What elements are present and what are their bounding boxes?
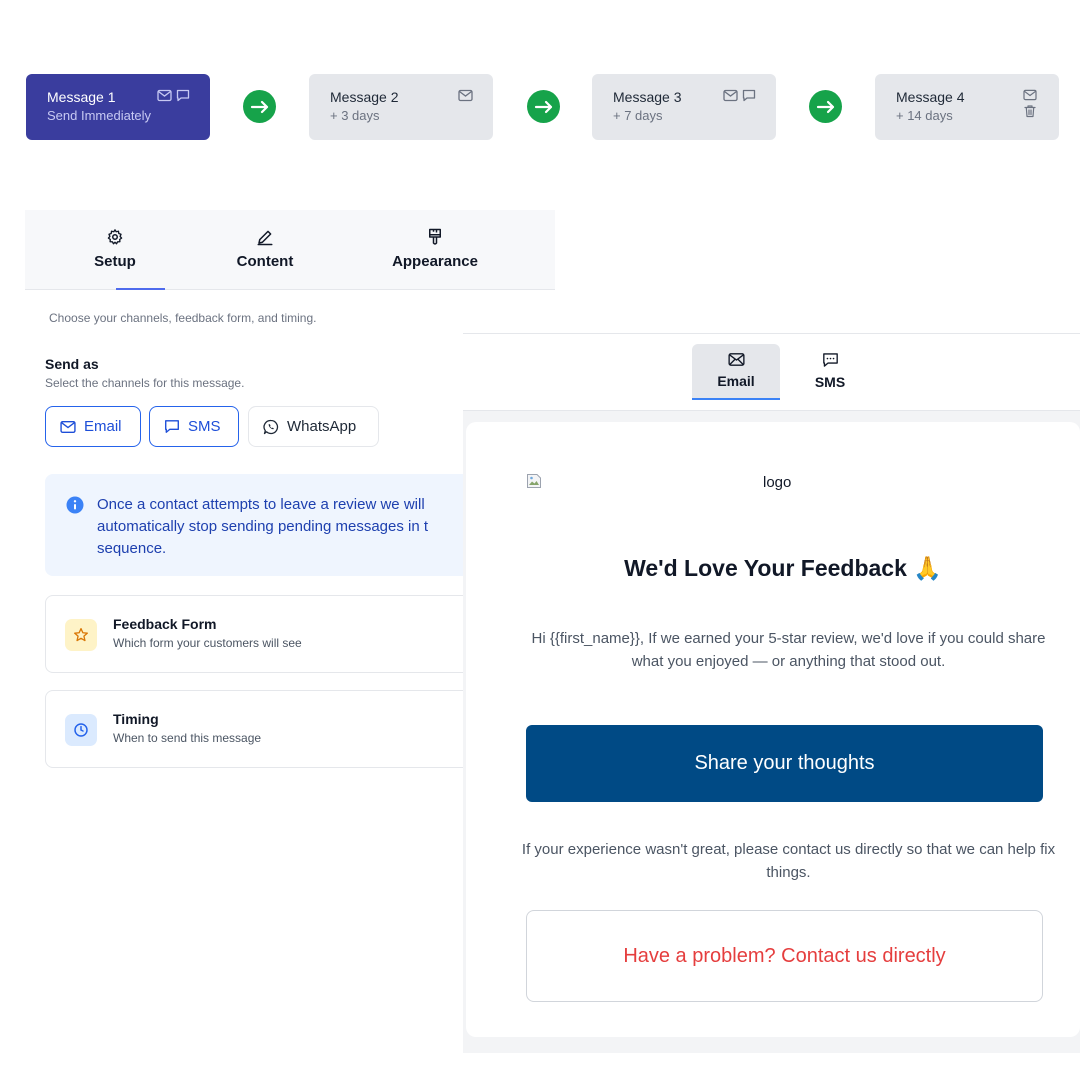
message-channel-icons [723,89,756,102]
send-as-subtitle: Select the channels for this message. [45,376,245,390]
clock-icon [65,714,97,746]
tab-label: Content [236,253,294,270]
preview-tab-label: Email [717,373,755,389]
tab-setup[interactable]: Setup [91,228,139,270]
preview-tab-sms[interactable]: SMS [786,344,874,400]
setting-title: Feedback Form [113,616,217,632]
message-channel-icons [458,89,473,102]
preview-tabs: Email SMS [463,334,1080,411]
auto-stop-notice: Once a contact attempts to leave a revie… [45,474,485,576]
channel-label: WhatsApp [287,418,357,435]
channel-label: SMS [188,418,221,435]
broken-image-icon [527,474,541,488]
brush-icon [429,228,441,245]
email-preview-card: logo We'd Love Your Feedback 🙏 Hi {{firs… [466,422,1080,1037]
notice-line: automatically stop sending pending messa… [97,518,429,535]
notice-line: Once a contact attempts to leave a revie… [97,496,425,513]
tab-content[interactable]: Content [230,228,300,270]
contact-us-button[interactable]: Have a problem? Contact us directly [526,910,1043,1002]
chat-icon [165,420,179,433]
active-tab-indicator [116,288,165,290]
message-timing: + 3 days [330,108,380,123]
logo-alt-text: logo [763,474,792,491]
chat-icon [742,89,756,102]
notice-line: sequence. [97,540,167,557]
chat-icon [822,353,838,367]
email-preview-panel: Email SMS logo We'd Love Your Feedback 🙏… [463,333,1080,1053]
message-timing: Send Immediately [47,108,152,123]
message-1-card[interactable]: Message 1 Send Immediately [26,74,210,140]
share-thoughts-button[interactable]: Share your thoughts [526,725,1043,802]
editor-tabs: Setup Content Appearance [25,210,555,290]
message-3-card[interactable]: Message 3 + 7 days [592,74,776,140]
star-icon [65,619,97,651]
email-body-text: Hi {{first_name}}, If we earned your 5-s… [531,630,1046,670]
message-2-card[interactable]: Message 2 + 3 days [309,74,493,140]
feedback-form-card[interactable]: Feedback Form Which form your customers … [45,595,485,673]
arrow-right-icon [243,90,276,123]
setting-subtitle: Which form your customers will see [113,636,302,650]
preview-tab-email[interactable]: Email [692,344,780,400]
email-heading: We'd Love Your Feedback 🙏 [624,555,942,581]
message-4-card[interactable]: Message 4 + 14 days [875,74,1059,140]
mail-icon [1023,89,1037,101]
trash-icon[interactable] [1023,104,1037,118]
mail-icon [723,89,738,102]
message-channel-icons [157,89,190,102]
send-as-title: Send as [45,356,99,372]
tab-label: Appearance [392,253,478,270]
arrow-right-icon [809,90,842,123]
channel-whatsapp-toggle[interactable]: WhatsApp [248,406,379,447]
gear-icon [107,229,123,245]
arrow-right-icon [527,90,560,123]
tab-label: Setup [94,253,136,270]
channel-email-toggle[interactable]: Email [45,406,141,447]
mail-icon [157,89,172,102]
setup-description: Choose your channels, feedback form, and… [49,311,317,325]
message-channel-icons [1023,89,1037,118]
chat-icon [176,89,190,102]
timing-card[interactable]: Timing When to send this message [45,690,485,768]
message-timing: + 7 days [613,108,663,123]
channel-label: Email [84,418,122,435]
pencil-icon [257,230,273,246]
mail-icon [458,89,473,102]
mail-icon [60,420,76,433]
channel-sms-toggle[interactable]: SMS [149,406,239,447]
setting-title: Timing [113,711,159,727]
info-icon [66,496,84,514]
email-footer-text: If your experience wasn't great, please … [521,841,1056,881]
preview-tab-label: SMS [814,374,846,390]
whatsapp-icon [263,419,279,434]
setting-subtitle: When to send this message [113,731,262,745]
tab-appearance[interactable]: Appearance [387,228,483,270]
mail-icon [727,353,745,366]
